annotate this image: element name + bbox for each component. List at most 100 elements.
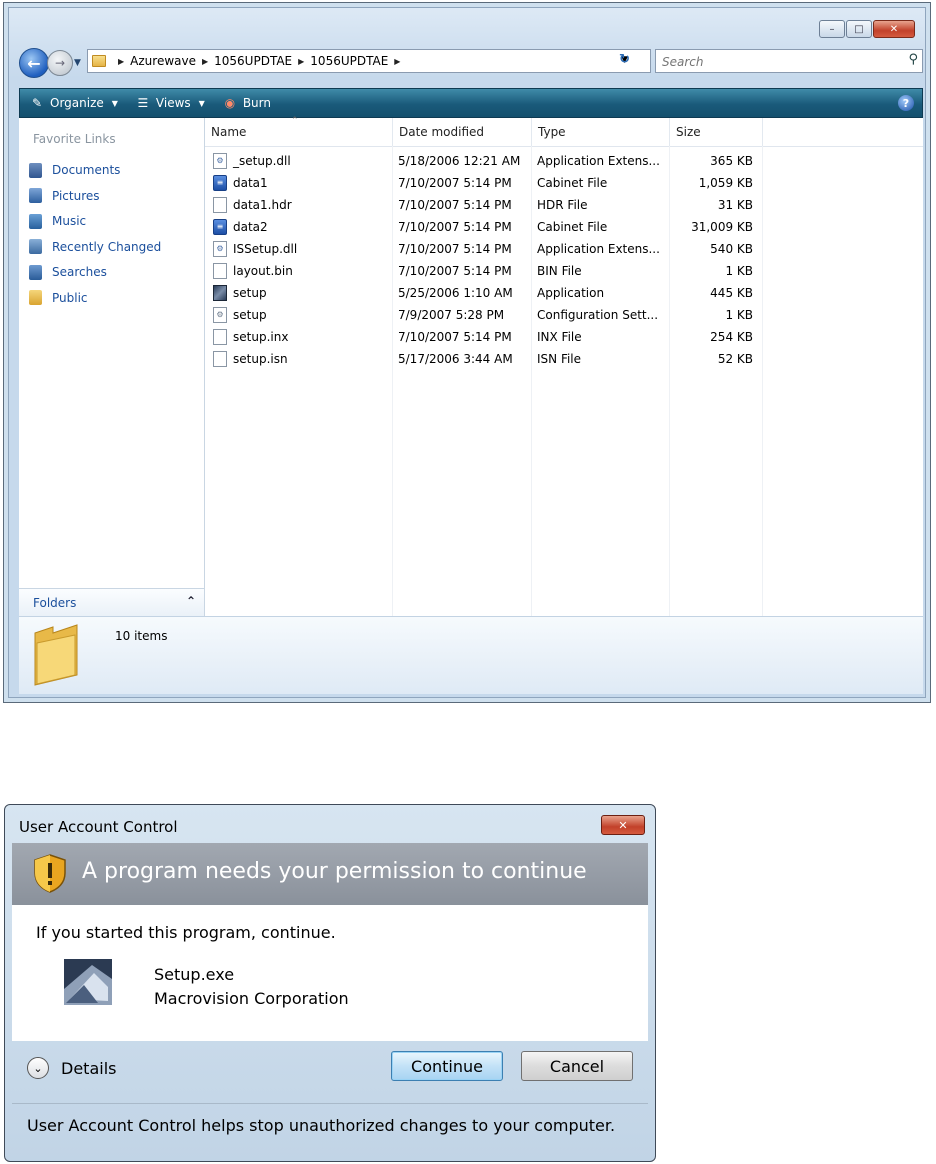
file-name-cell: setup.inx	[213, 326, 385, 348]
file-size: 52 KB	[717, 352, 753, 366]
file-type: BIN File	[537, 264, 582, 278]
column-header-date-modified[interactable]: Date modified	[393, 118, 532, 146]
file-row[interactable]: setup 5/25/2006 1:10 AM Application 445 KB	[205, 282, 765, 304]
organize-button[interactable]: ✎ Organize ▼	[30, 96, 118, 110]
folders-bar[interactable]: Folders ⌃	[19, 588, 204, 616]
file-date-modified: 5/17/2006 3:44 AM	[398, 352, 513, 366]
details-toggle[interactable]: ⌄ Details	[27, 1057, 116, 1079]
file-row[interactable]: ⚙ ISSetup.dll 7/10/2007 5:14 PM Application…	[205, 238, 765, 260]
search-input[interactable]	[660, 51, 894, 73]
dialog-title: User Account Control	[19, 818, 178, 836]
burn-button[interactable]: ◉ Burn	[223, 96, 271, 110]
minimize-button[interactable]: –	[819, 20, 845, 38]
views-button[interactable]: ☰ Views ▼	[136, 96, 205, 110]
breadcrumb-item[interactable]: 1056UPDTAE	[214, 54, 292, 68]
breadcrumb-item[interactable]: 1056UPDTAE	[310, 54, 388, 68]
favorite-link-public[interactable]: Public	[29, 288, 88, 308]
favorite-links-title: Favorite Links	[33, 132, 116, 146]
shield-icon	[34, 854, 66, 893]
forward-button[interactable]: →	[47, 50, 73, 76]
dll-file-icon: ⚙	[213, 241, 227, 257]
file-row[interactable]: ⚙ _setup.dll 5/18/2006 12:21 AM Application…	[205, 150, 765, 172]
address-bar-row: ← → ▼ ▶ Azurewave ▶ 1056UPDTAE ▶ 1056UPD…	[19, 46, 923, 78]
help-button[interactable]: ?	[898, 95, 914, 111]
file-row[interactable]: setup.isn 5/17/2006 3:44 AM ISN File 52 KB	[205, 348, 765, 370]
minimize-icon: –	[829, 23, 835, 35]
breadcrumb-arrow-icon[interactable]: ▶	[394, 57, 400, 66]
favorite-link-music[interactable]: Music	[29, 211, 86, 231]
file-list: Name ⌃ Date modified Type Size ⚙ _setup.d…	[205, 116, 923, 616]
searches-icon	[29, 264, 42, 280]
file-row[interactable]: ⚙ setup 7/9/2007 5:28 PM Configuration Sett…	[205, 304, 765, 326]
file-row[interactable]: ≡ data2 7/10/2007 5:14 PM Cabinet File 31,00…	[205, 216, 765, 238]
chevron-down-icon: ▼	[111, 98, 118, 108]
favorite-link-label: Pictures	[52, 188, 100, 203]
favorite-link-searches[interactable]: Searches	[29, 262, 107, 282]
column-header-type[interactable]: Type	[532, 118, 670, 146]
file-row[interactable]: data1.hdr 7/10/2007 5:14 PM HDR File 31 KB	[205, 194, 765, 216]
organize-label: Organize	[50, 96, 104, 110]
uac-dialog: User Account Control ✕ A program needs y…	[4, 804, 656, 1162]
file-name-cell: setup.isn	[213, 348, 385, 370]
search-icon[interactable]: ⚲	[908, 52, 918, 67]
favorite-link-recently-changed[interactable]: Recently Changed	[29, 237, 161, 257]
configuration-file-icon: ⚙	[213, 307, 227, 323]
file-size: 1 KB	[725, 308, 753, 322]
file-type: Cabinet File	[537, 176, 608, 190]
sort-ascending-icon: ⌃	[291, 116, 299, 126]
warning-banner: A program needs your permission to conti…	[12, 843, 648, 905]
file-size: 31 KB	[717, 198, 753, 212]
file-type: Configuration Sett...	[537, 308, 659, 322]
pictures-icon	[29, 188, 42, 203]
explorer-window: – □ ✕ ← → ▼ ▶ Azurewave ▶ 1056UPDTAE ▶ 1…	[3, 2, 931, 703]
file-size: 1 KB	[725, 264, 753, 278]
back-button[interactable]: ←	[19, 48, 49, 78]
views-icon: ☰	[137, 96, 149, 110]
file-type: INX File	[537, 330, 582, 344]
file-date-modified: 5/18/2006 12:21 AM	[398, 154, 521, 168]
file-date-modified: 7/10/2007 5:14 PM	[398, 176, 512, 190]
recent-pages-dropdown[interactable]: ▼	[74, 58, 81, 68]
file-name: _setup.dll	[233, 154, 291, 168]
window-controls: – □ ✕	[819, 20, 915, 38]
command-toolbar: ✎ Organize ▼ ☰ Views ▼ ◉ Burn ?	[19, 88, 923, 118]
column-header-name[interactable]: Name	[205, 118, 393, 146]
dialog-close-button[interactable]: ✕	[601, 815, 645, 835]
folder-icon	[34, 624, 78, 686]
file-name: ISSetup.dll	[233, 242, 298, 256]
favorite-link-label: Music	[52, 214, 87, 228]
chevron-down-icon: ⌄	[27, 1057, 49, 1079]
chevron-up-icon[interactable]: ⌃	[186, 594, 196, 608]
file-name-cell: ⚙ _setup.dll	[213, 150, 385, 172]
music-icon	[29, 213, 42, 229]
file-date-modified: 7/9/2007 5:28 PM	[398, 308, 505, 322]
file-type: Cabinet File	[537, 220, 608, 234]
file-row[interactable]: layout.bin 7/10/2007 5:14 PM BIN File 1 KB	[205, 260, 765, 282]
breadcrumb-arrow-icon[interactable]: ▶	[298, 57, 304, 66]
file-row[interactable]: ≡ data1 7/10/2007 5:14 PM Cabinet File 1,059…	[205, 172, 765, 194]
favorite-link-documents[interactable]: Documents	[29, 160, 120, 180]
recently-changed-icon	[29, 239, 42, 254]
address-bar[interactable]: ▶ Azurewave ▶ 1056UPDTAE ▶ 1056UPDTAE ▶ …	[87, 49, 651, 73]
close-icon: ✕	[889, 23, 899, 35]
column-header-size[interactable]: Size	[670, 118, 763, 146]
document-file-icon	[213, 329, 227, 345]
refresh-button[interactable]: ↻	[619, 52, 630, 67]
file-type: HDR File	[537, 198, 588, 212]
program-name: Setup.exe	[154, 965, 235, 984]
documents-icon	[29, 162, 42, 178]
favorite-link-label: Recently Changed	[52, 239, 162, 254]
file-row[interactable]: setup.inx 7/10/2007 5:14 PM INX File 254 KB	[205, 326, 765, 348]
favorite-link-label: Searches	[52, 265, 107, 279]
cancel-button[interactable]: Cancel	[521, 1051, 633, 1081]
breadcrumb-item[interactable]: Azurewave	[130, 54, 196, 68]
maximize-button[interactable]: □	[846, 20, 872, 38]
chevron-down-icon: ▼	[198, 98, 205, 108]
continue-button[interactable]: Continue	[391, 1051, 503, 1081]
breadcrumb-arrow-icon[interactable]: ▶	[202, 57, 208, 66]
close-button[interactable]: ✕	[873, 20, 915, 38]
maximize-icon: □	[854, 23, 864, 35]
favorite-link-pictures[interactable]: Pictures	[29, 186, 100, 206]
dialog-footer-text: User Account Control helps stop unauthor…	[27, 1116, 616, 1135]
breadcrumb-arrow-icon[interactable]: ▶	[118, 57, 124, 66]
